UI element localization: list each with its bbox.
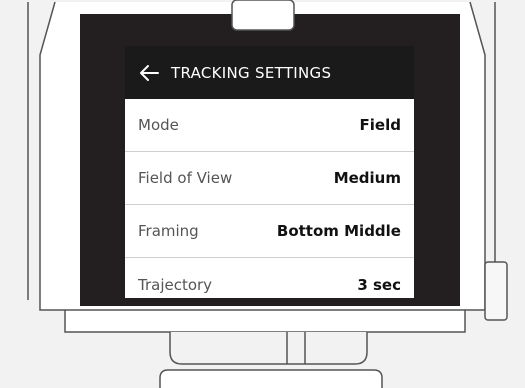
setting-label: Mode (138, 116, 179, 134)
arrow-left-icon[interactable] (138, 62, 160, 84)
setting-value: 3 sec (357, 275, 401, 294)
screen-header: TRACKING SETTINGS (125, 46, 414, 99)
screen-title: TRACKING SETTINGS (171, 63, 332, 82)
setting-row-framing[interactable]: Framing Bottom Middle (125, 205, 414, 258)
setting-row-field-of-view[interactable]: Field of View Medium (125, 152, 414, 205)
setting-label: Trajectory (138, 275, 213, 294)
setting-value: Field (359, 116, 401, 134)
setting-row-trajectory[interactable]: Trajectory 3 sec (125, 258, 414, 298)
setting-label: Field of View (138, 169, 233, 187)
settings-list: Mode Field Field of View Medium Framing … (125, 99, 414, 298)
setting-row-mode[interactable]: Mode Field (125, 99, 414, 152)
setting-label: Framing (138, 222, 199, 240)
setting-value: Medium (333, 169, 401, 187)
device-illustration: TRACKING SETTINGS Mode Field Field of Vi… (0, 0, 525, 388)
setting-value: Bottom Middle (276, 222, 401, 240)
tracking-settings-screen: TRACKING SETTINGS Mode Field Field of Vi… (125, 46, 414, 298)
